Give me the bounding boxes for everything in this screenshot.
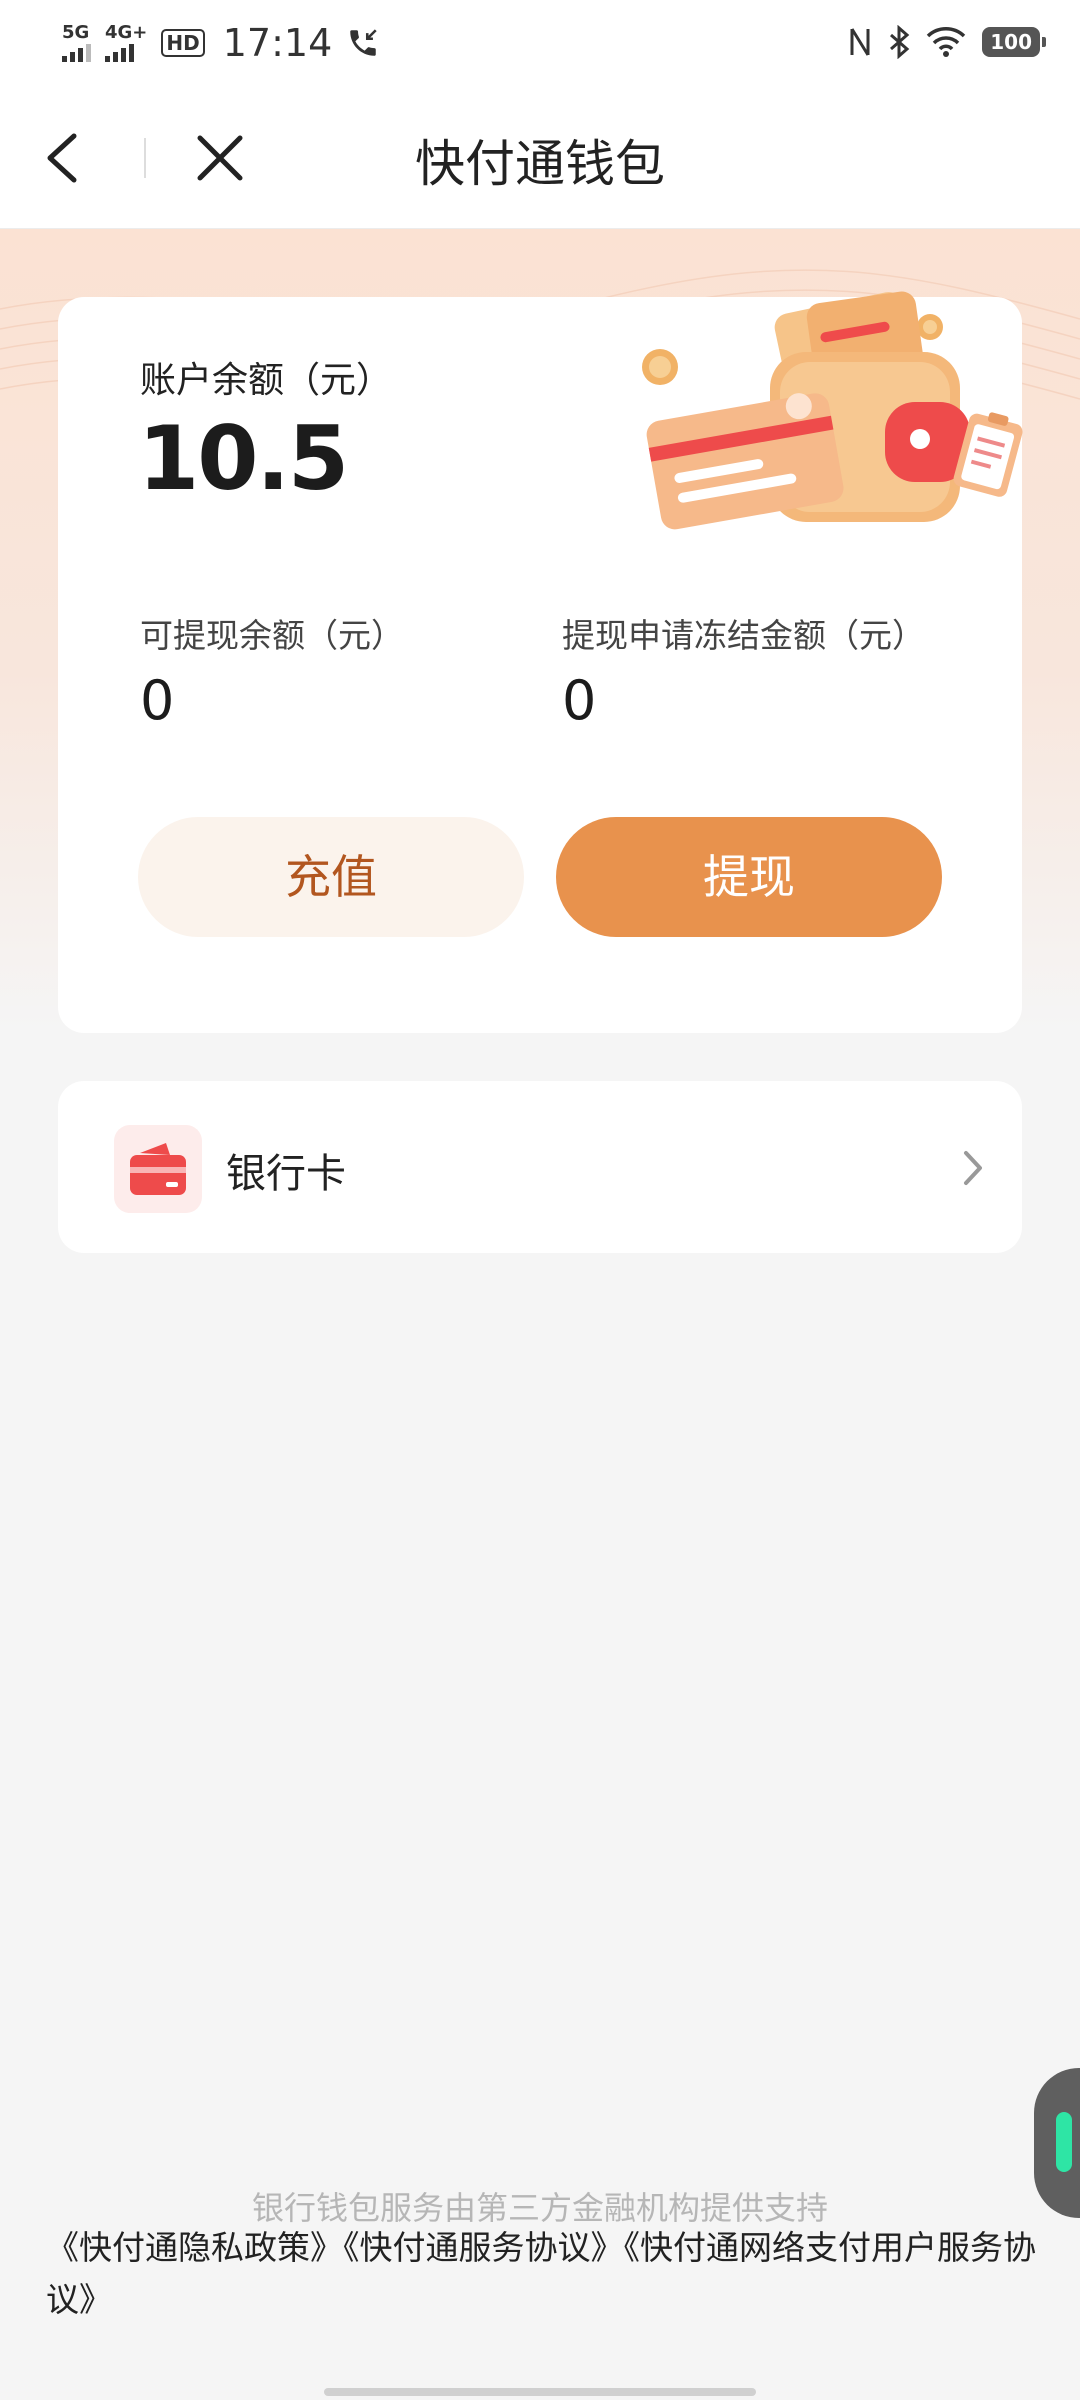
bank-card-label: 银行卡 (226, 1151, 346, 1197)
hd-icon: HD (161, 29, 205, 57)
signal-4g: 4G+ (105, 24, 147, 62)
bluetooth-icon (890, 25, 910, 59)
home-indicator[interactable] (324, 2388, 756, 2396)
footer-agreement-links: 《快付通隐私政策》《快付通服务协议》《快付通网络支付用户服务协议》 (46, 2222, 1036, 2326)
signal-bars-icon (62, 44, 91, 62)
chevron-right-icon (964, 1151, 982, 1185)
withdrawable-balance-value: 0 (140, 669, 175, 732)
wifi-icon (927, 27, 966, 57)
withdraw-button[interactable]: 提现 (556, 817, 942, 937)
balance-card: 账户余额（元） 10.5 可提现余额（元） 0 提现申请冻结金额（元） 0 充值… (58, 291, 1023, 1033)
wallet-illustration-icon (642, 291, 1023, 530)
floating-assistant-button[interactable] (1034, 2068, 1080, 2218)
bank-card-icon (114, 1125, 202, 1213)
privacy-policy-link[interactable]: 《快付通隐私政策》 (46, 2228, 343, 2267)
nfc-icon (850, 28, 870, 56)
account-balance-label: 账户余额（元） (140, 360, 393, 401)
frozen-amount-label: 提现申请冻结金额（元） (562, 616, 925, 655)
page-title: 快付通钱包 (415, 135, 665, 193)
battery-icon: 100 (982, 27, 1046, 57)
recharge-button[interactable]: 充值 (138, 817, 524, 937)
phone-call-icon (350, 29, 377, 56)
account-balance-value: 10.5 (138, 407, 349, 510)
status-bar: 5G 4G+ HD 17:14 100 (0, 0, 1080, 86)
network-type-1: 5G (62, 22, 90, 43)
bank-card-row[interactable]: 银行卡 (58, 1081, 1022, 1253)
status-right: 100 (848, 22, 1046, 62)
network-type-2: 4G+ (105, 22, 148, 43)
nav-bar: 快付通钱包 (0, 86, 1080, 229)
clock: 17:14 (222, 21, 333, 65)
service-agreement-link[interactable]: 《快付通服务协议》 (343, 2228, 624, 2267)
signal-bars-icon (105, 44, 134, 62)
signal-5g: 5G (62, 24, 91, 62)
frozen-amount-value: 0 (562, 669, 597, 732)
withdrawable-balance-label: 可提现余额（元） (140, 616, 404, 655)
status-left: 5G 4G+ HD 17:14 (62, 18, 380, 68)
